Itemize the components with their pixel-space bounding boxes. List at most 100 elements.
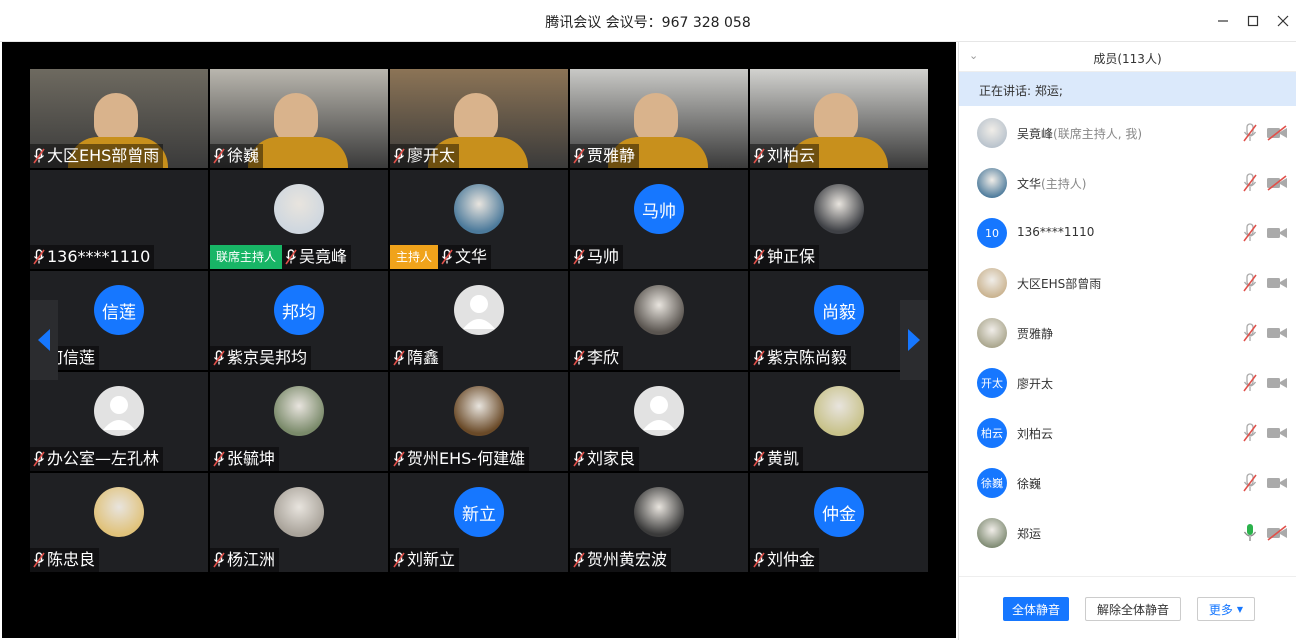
mic-muted-icon: [393, 148, 405, 164]
minimize-icon[interactable]: [1210, 8, 1236, 34]
participant-tile[interactable]: 贾雅静: [570, 69, 748, 168]
name-bar: 紫京陈尚毅: [750, 346, 852, 370]
participant-tile[interactable]: 贺州EHS-何建雄: [390, 372, 568, 471]
participant-tile[interactable]: 马帅 马帅: [570, 170, 748, 269]
member-role: (联席主持人, 我): [1053, 127, 1143, 141]
mic-muted-icon[interactable]: [1243, 223, 1257, 243]
member-name: 贾雅静: [1017, 327, 1054, 341]
more-button[interactable]: 更多 ▼: [1197, 597, 1255, 621]
camera-off-icon[interactable]: [1266, 125, 1288, 141]
member-row[interactable]: 徐巍 徐巍: [959, 458, 1296, 508]
participant-tile[interactable]: 陈忠良: [30, 473, 208, 572]
participant-name: 贾雅静: [587, 146, 636, 165]
mic-muted-icon: [285, 249, 297, 265]
member-avatar: [977, 318, 1007, 348]
name-bar: 刘新立: [390, 548, 460, 572]
next-page-arrow-icon[interactable]: [900, 300, 928, 380]
participant-name: 136****1110: [47, 247, 151, 266]
participant-tile[interactable]: 李欣: [570, 271, 748, 370]
participant-name: 马帅: [587, 247, 620, 266]
participant-tile[interactable]: 隋鑫: [390, 271, 568, 370]
member-row[interactable]: 大区EHS部曾雨: [959, 258, 1296, 308]
member-row[interactable]: 开太 廖开太: [959, 358, 1296, 408]
participant-tile[interactable]: 徐巍: [210, 69, 388, 168]
prev-page-arrow-icon[interactable]: [30, 300, 58, 380]
participant-tile[interactable]: 张毓坤: [210, 372, 388, 471]
member-avatar: [977, 168, 1007, 198]
participant-tile[interactable]: 主持人 文华: [390, 170, 568, 269]
mic-muted-icon: [753, 350, 765, 366]
member-row[interactable]: 吴竟峰(联席主持人, 我): [959, 108, 1296, 158]
name-bar: 主持人 文华: [390, 245, 492, 269]
participant-tile[interactable]: 大区EHS部曾雨: [30, 69, 208, 168]
participant-tile[interactable]: 廖开太: [390, 69, 568, 168]
name-bar: 陈忠良: [30, 548, 100, 572]
mic-muted-icon[interactable]: [1243, 373, 1257, 393]
mic-muted-icon[interactable]: [1243, 323, 1257, 343]
camera-icon[interactable]: [1266, 425, 1288, 441]
participant-tile[interactable]: 邦均 紫京吴邦均: [210, 271, 388, 370]
name-bar: 贺州EHS-何建雄: [390, 447, 530, 471]
mic-muted-icon: [33, 148, 45, 164]
camera-icon[interactable]: [1266, 275, 1288, 291]
member-row[interactable]: 贾雅静: [959, 308, 1296, 358]
participant-tile[interactable]: 新立 刘新立: [390, 473, 568, 572]
members-header: ⌄ 成员(113人): [959, 42, 1296, 72]
title-bar: 腾讯会议 会议号：967 328 058: [0, 0, 1296, 42]
name-bar: 刘柏云: [750, 144, 820, 168]
member-row[interactable]: 文华(主持人): [959, 158, 1296, 208]
member-row[interactable]: 柏云 刘柏云: [959, 408, 1296, 458]
participant-name: 刘仲金: [767, 550, 816, 569]
mic-muted-icon[interactable]: [1243, 123, 1257, 143]
camera-off-icon[interactable]: [1266, 525, 1288, 541]
participant-name: 钟正保: [767, 247, 816, 266]
maximize-icon[interactable]: [1240, 8, 1266, 34]
participant-tile[interactable]: 仲金 刘仲金: [750, 473, 928, 572]
mic-muted-icon[interactable]: [1243, 173, 1257, 193]
camera-icon[interactable]: [1266, 375, 1288, 391]
participant-tile[interactable]: 黄凯: [750, 372, 928, 471]
mic-muted-icon: [753, 249, 765, 265]
name-bar: 钟正保: [750, 245, 820, 269]
member-name: 廖开太: [1017, 377, 1054, 391]
mic-muted-icon[interactable]: [1243, 273, 1257, 293]
participant-tile[interactable]: 钟正保: [750, 170, 928, 269]
avatar: [274, 487, 324, 537]
participant-name: 大区EHS部曾雨: [47, 146, 160, 165]
participant-tile[interactable]: 刘家良: [570, 372, 748, 471]
participant-name: 紫京陈尚毅: [767, 348, 848, 367]
participant-name: 文华: [455, 247, 488, 266]
name-bar: 贾雅静: [570, 144, 640, 168]
unmute-all-button[interactable]: 解除全体静音: [1085, 597, 1181, 621]
mic-muted-icon[interactable]: [1243, 473, 1257, 493]
participant-name: 紫京吴邦均: [227, 348, 308, 367]
mic-muted-icon: [213, 350, 225, 366]
speaking-indicator: 正在讲话: 郑运;: [959, 72, 1296, 106]
camera-off-icon[interactable]: [1266, 175, 1288, 191]
member-name: 徐巍: [1017, 477, 1042, 491]
window-title: 腾讯会议 会议号：967 328 058: [545, 15, 751, 31]
avatar: [274, 386, 324, 436]
member-row[interactable]: 郑运: [959, 508, 1296, 558]
participant-tile[interactable]: 刘柏云: [750, 69, 928, 168]
participant-tile[interactable]: 杨江洲: [210, 473, 388, 572]
mute-all-button[interactable]: 全体静音: [1003, 597, 1069, 621]
close-icon[interactable]: [1270, 8, 1296, 34]
camera-icon[interactable]: [1266, 225, 1288, 241]
camera-icon[interactable]: [1266, 325, 1288, 341]
camera-icon[interactable]: [1266, 475, 1288, 491]
mic-active-icon[interactable]: [1243, 523, 1257, 543]
member-row[interactable]: 10 136****1110: [959, 208, 1296, 258]
member-avatar: 徐巍: [977, 468, 1007, 498]
avatar: [634, 285, 684, 335]
mic-muted-icon[interactable]: [1243, 423, 1257, 443]
default-avatar-icon: [454, 285, 504, 335]
participant-tile[interactable]: 贺州黄宏波: [570, 473, 748, 572]
mic-muted-icon: [573, 148, 585, 164]
mic-muted-icon: [213, 451, 225, 467]
mic-muted-icon: [393, 451, 405, 467]
participant-tile[interactable]: 136****1110: [30, 170, 208, 269]
participant-tile[interactable]: 联席主持人 吴竟峰: [210, 170, 388, 269]
participant-tile[interactable]: 办公室—左孔林: [30, 372, 208, 471]
mic-muted-icon: [573, 350, 585, 366]
